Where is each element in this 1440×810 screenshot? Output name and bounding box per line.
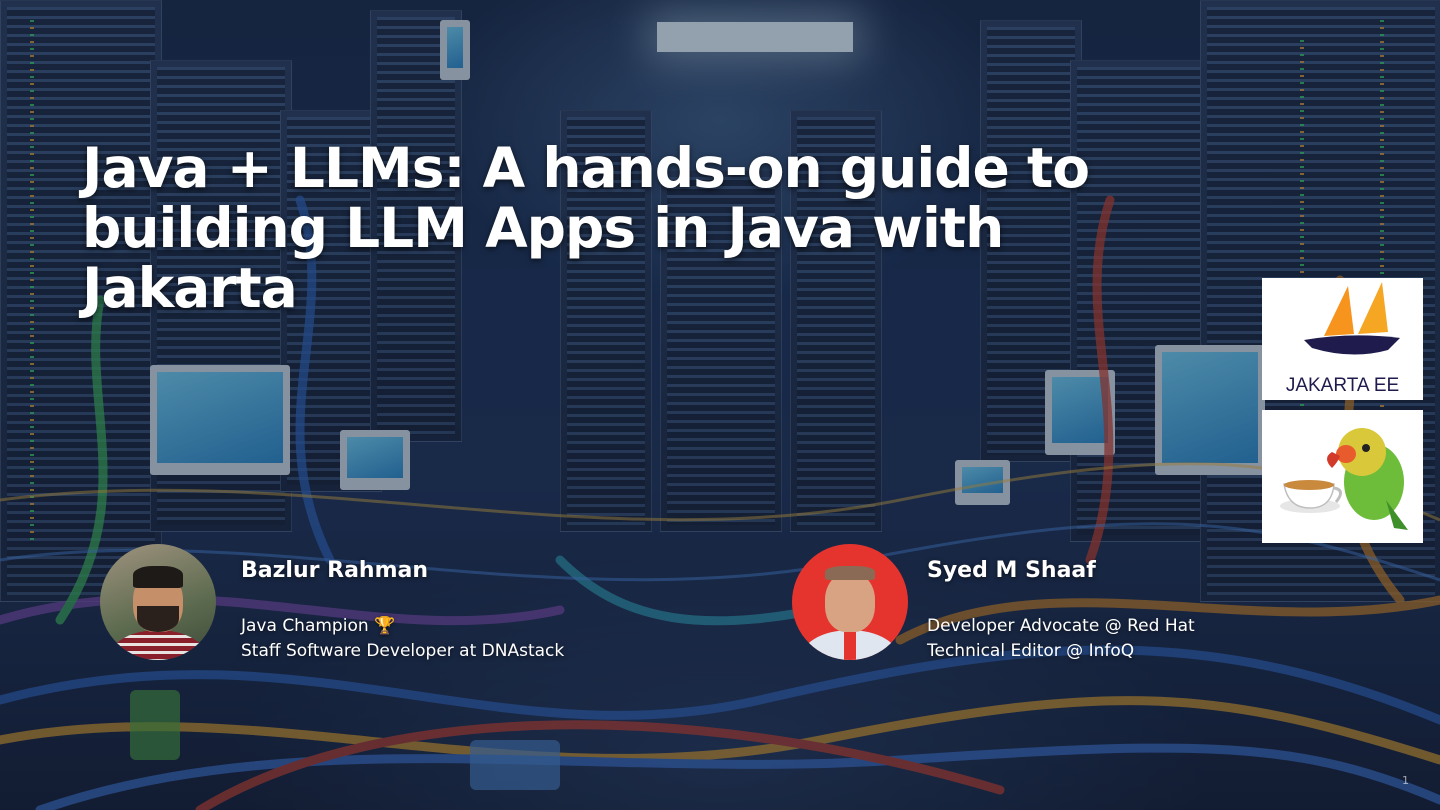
parrot-icon [1280, 428, 1408, 530]
sailboat-icon [1304, 282, 1400, 355]
avatar [792, 544, 908, 660]
speaker-name: Syed M Shaaf [927, 558, 1096, 583]
parrot-teacup-logo [1262, 410, 1423, 543]
speaker-role: Developer Advocate @ Red Hat [927, 616, 1195, 636]
avatar [100, 544, 216, 660]
speaker-role: Staff Software Developer at DNAstack [241, 641, 565, 661]
slide-title: Java + LLMs: A hands-on guide to buildin… [82, 136, 1090, 320]
speaker-name: Bazlur Rahman [241, 558, 429, 583]
overlay-dim [0, 0, 1440, 810]
jakarta-ee-label: JAKARTA EE [1285, 375, 1400, 396]
slide: Java + LLMs: A hands-on guide to buildin… [0, 0, 1440, 810]
speaker-role: Technical Editor @ InfoQ [927, 641, 1135, 661]
speaker-role: Java Champion 🏆 [241, 616, 396, 636]
jakarta-ee-logo: JAKARTA EE [1262, 278, 1423, 400]
page-number: 1 [1402, 774, 1409, 787]
